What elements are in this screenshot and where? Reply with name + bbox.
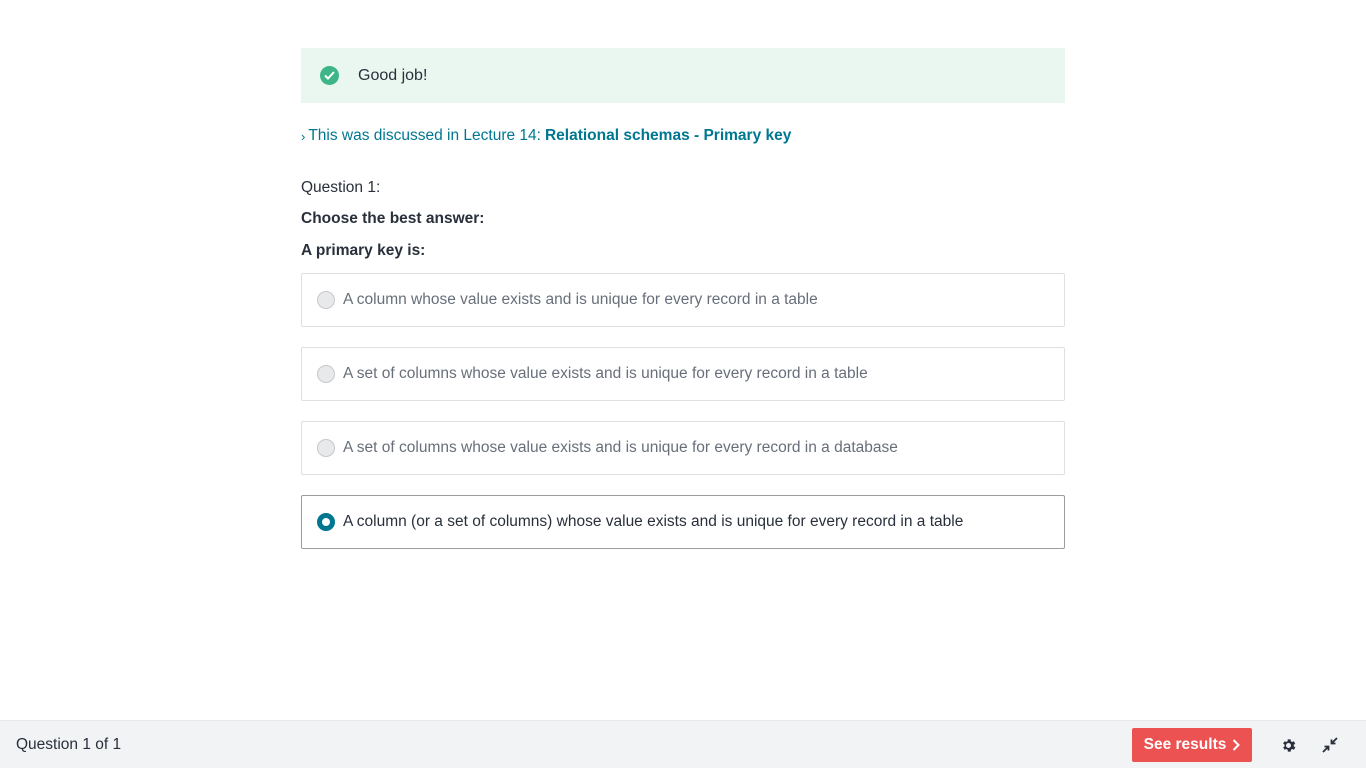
radio-button[interactable] (317, 365, 335, 383)
answer-options: A column whose value exists and is uniqu… (301, 273, 1065, 549)
radio-button[interactable] (317, 291, 335, 309)
radio-button[interactable] (317, 439, 335, 457)
radio-button-checked[interactable] (317, 513, 335, 531)
feedback-banner: Good job! (301, 48, 1065, 103)
quiz-footer: Question 1 of 1 See results (0, 720, 1366, 768)
answer-option-label: A column whose value exists and is uniqu… (343, 291, 818, 308)
question-number: Question 1: (301, 179, 381, 196)
answer-option[interactable]: A set of columns whose value exists and … (301, 347, 1065, 401)
answer-option-label: A column (or a set of columns) whose val… (343, 513, 964, 530)
collapse-icon[interactable] (1320, 735, 1340, 755)
lecture-reference-title[interactable]: Relational schemas - Primary key (545, 127, 791, 145)
answer-option-selected[interactable]: A column (or a set of columns) whose val… (301, 495, 1065, 549)
answer-option[interactable]: A set of columns whose value exists and … (301, 421, 1065, 475)
lecture-reference-link[interactable]: › This was discussed in Lecture 14: Rela… (301, 126, 1065, 146)
check-circle-icon (320, 66, 339, 85)
lecture-reference-prefix: This was discussed in Lecture 14: (308, 127, 541, 144)
see-results-label: See results (1143, 736, 1227, 753)
question-prompt: A primary key is: (301, 242, 426, 259)
quiz-content: Good job! › This was discussed in Lectur… (301, 48, 1065, 569)
answer-option-label: A set of columns whose value exists and … (343, 365, 868, 382)
feedback-text: Good job! (358, 66, 428, 84)
answer-option[interactable]: A column whose value exists and is uniqu… (301, 273, 1065, 327)
answer-option-label: A set of columns whose value exists and … (343, 439, 898, 456)
chevron-right-icon: › (301, 128, 306, 144)
question-counter: Question 1 of 1 (16, 735, 122, 753)
see-results-button[interactable]: See results (1132, 728, 1252, 762)
question-instructions: Choose the best answer: (301, 210, 485, 227)
gear-icon[interactable] (1278, 735, 1298, 755)
chevron-right-icon (1232, 739, 1241, 751)
